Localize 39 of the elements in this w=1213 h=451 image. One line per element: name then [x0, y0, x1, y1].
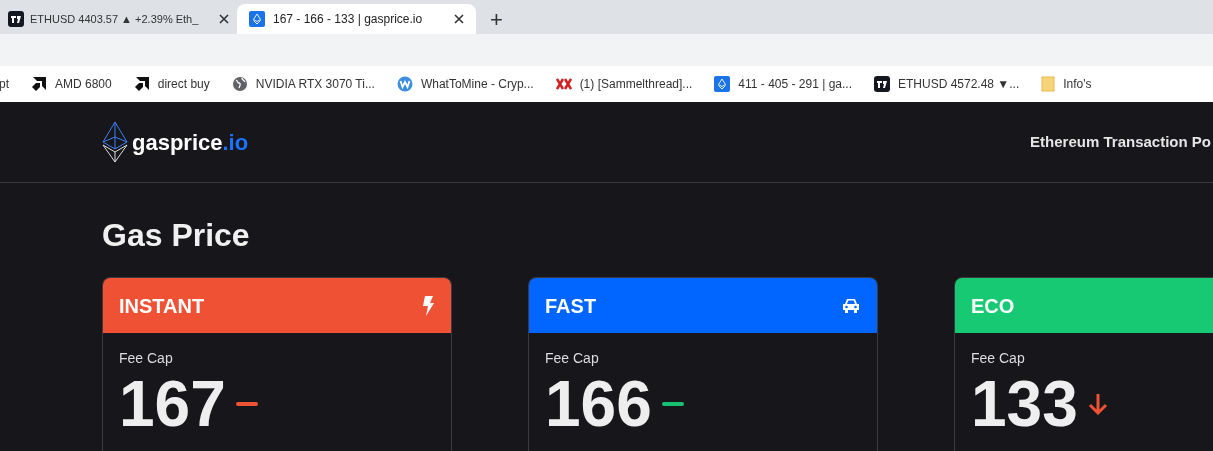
- bookmark-icon: [231, 76, 248, 92]
- bookmark[interactable]: WhatToMine - Cryp...: [396, 75, 534, 93]
- tab-icon: [8, 11, 24, 27]
- close-icon[interactable]: [219, 14, 229, 24]
- bookmark[interactable]: Info's: [1041, 75, 1092, 93]
- card-title: FAST: [545, 293, 597, 319]
- close-icon[interactable]: [454, 14, 464, 24]
- lightning-icon: [421, 295, 435, 316]
- fee-value: 167: [119, 369, 226, 439]
- bookmark-icon: [1041, 76, 1056, 92]
- bookmark[interactable]: pt: [0, 75, 9, 93]
- fee-value: 133: [971, 369, 1078, 439]
- fee-value: 166: [545, 369, 652, 439]
- page-heading: Gas Price: [102, 216, 251, 255]
- card-title: INSTANT: [119, 293, 205, 319]
- ethereum-logo-icon: [102, 121, 128, 163]
- bookmark-icon: [133, 76, 150, 92]
- new-tab-button[interactable]: +: [490, 4, 503, 34]
- bookmark[interactable]: (1) [Sammelthread]...: [555, 75, 693, 93]
- bookmark-icon: [714, 76, 731, 92]
- nav-link[interactable]: Ethereum Transaction Po: [1030, 130, 1213, 154]
- bookmark[interactable]: 411 - 405 - 291 | ga...: [714, 75, 852, 93]
- bookmark[interactable]: NVIDIA RTX 3070 Ti...: [231, 75, 375, 93]
- bookmark-icon: [396, 76, 413, 92]
- browser-tab[interactable]: 167 - 166 - 133 | gasprice.io: [237, 4, 476, 34]
- bookmark-icon: [874, 76, 890, 92]
- bookmark-icon: [31, 76, 47, 92]
- card-title: ECO: [971, 293, 1015, 319]
- bookmark[interactable]: ETHUSD 4572.48 ▼...: [874, 75, 1020, 93]
- browser-tab[interactable]: ETHUSD 4403.57 ▲ +2.39% Eth_: [0, 4, 237, 34]
- tab-icon: [249, 11, 265, 27]
- car-icon: [841, 297, 861, 314]
- fee-label: Fee Cap: [971, 349, 1026, 368]
- site-logo[interactable]: gasprice.io: [132, 125, 249, 159]
- fee-label: Fee Cap: [545, 349, 600, 368]
- fee-label: Fee Cap: [119, 349, 174, 368]
- bookmark[interactable]: AMD 6800: [31, 75, 112, 93]
- bookmark[interactable]: direct buy: [133, 75, 210, 93]
- bookmark-icon: [555, 77, 572, 91]
